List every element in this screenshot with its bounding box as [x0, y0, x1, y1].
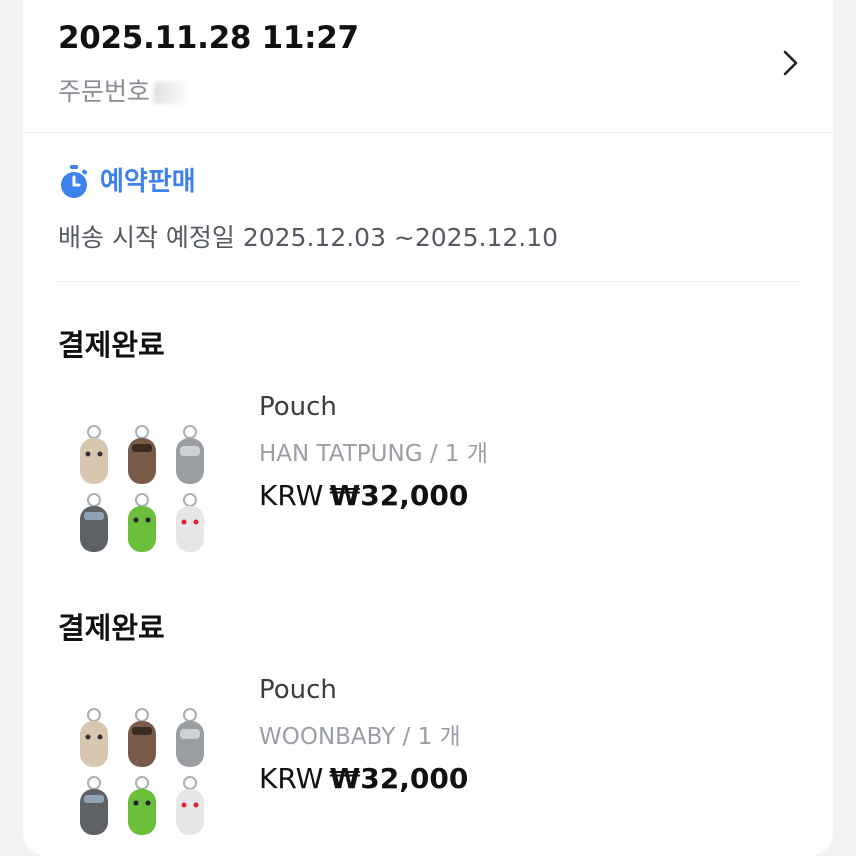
order-card: 2025.11.28 11:27 주문번호 예약판매 배송 시작 예정일 202…: [23, 0, 833, 856]
price-amount: ₩32,000: [329, 479, 469, 512]
pouch-charm: [128, 708, 156, 767]
chevron-right-icon[interactable]: [775, 48, 805, 78]
payment-status: 결제완료: [58, 328, 165, 362]
pouch-charm: [80, 708, 108, 767]
header-divider: [23, 132, 833, 133]
pouch-charm: [128, 776, 156, 835]
pouch-charm: [128, 493, 156, 552]
payment-status: 결제완료: [58, 611, 165, 645]
price-amount: ₩32,000: [329, 762, 469, 795]
order-datetime: 2025.11.28 11:27: [58, 20, 359, 56]
product-price: KRW ₩32,000: [259, 762, 468, 795]
pouch-charm: [128, 425, 156, 484]
preorder-label: 예약판매: [100, 167, 196, 197]
product-option: WOONBABY / 1 개: [259, 724, 461, 750]
product-name[interactable]: Pouch: [259, 675, 337, 705]
product-thumbnail[interactable]: [58, 675, 218, 835]
pouch-charm: [80, 776, 108, 835]
pouch-charm: [176, 776, 204, 835]
product-option: HAN TATPUNG / 1 개: [259, 441, 489, 467]
pouch-charm: [176, 708, 204, 767]
price-currency: KRW: [259, 479, 324, 512]
pouch-charm: [176, 425, 204, 484]
pouch-charm: [80, 425, 108, 484]
stopwatch-icon: [61, 165, 88, 198]
product-price: KRW ₩32,000: [259, 479, 468, 512]
product-name[interactable]: Pouch: [259, 392, 337, 422]
price-currency: KRW: [259, 762, 324, 795]
pouch-charm: [176, 493, 204, 552]
order-header[interactable]: 2025.11.28 11:27 주문번호: [23, 0, 833, 132]
order-number: 주문번호: [58, 72, 191, 108]
pouch-charm: [80, 493, 108, 552]
section-divider: [58, 281, 800, 282]
order-number-label: 주문번호: [58, 77, 151, 106]
shipping-schedule: 배송 시작 예정일 2025.12.03 ~2025.12.10: [58, 223, 559, 252]
product-thumbnail[interactable]: [58, 392, 218, 552]
order-number-redaction: [154, 82, 191, 104]
